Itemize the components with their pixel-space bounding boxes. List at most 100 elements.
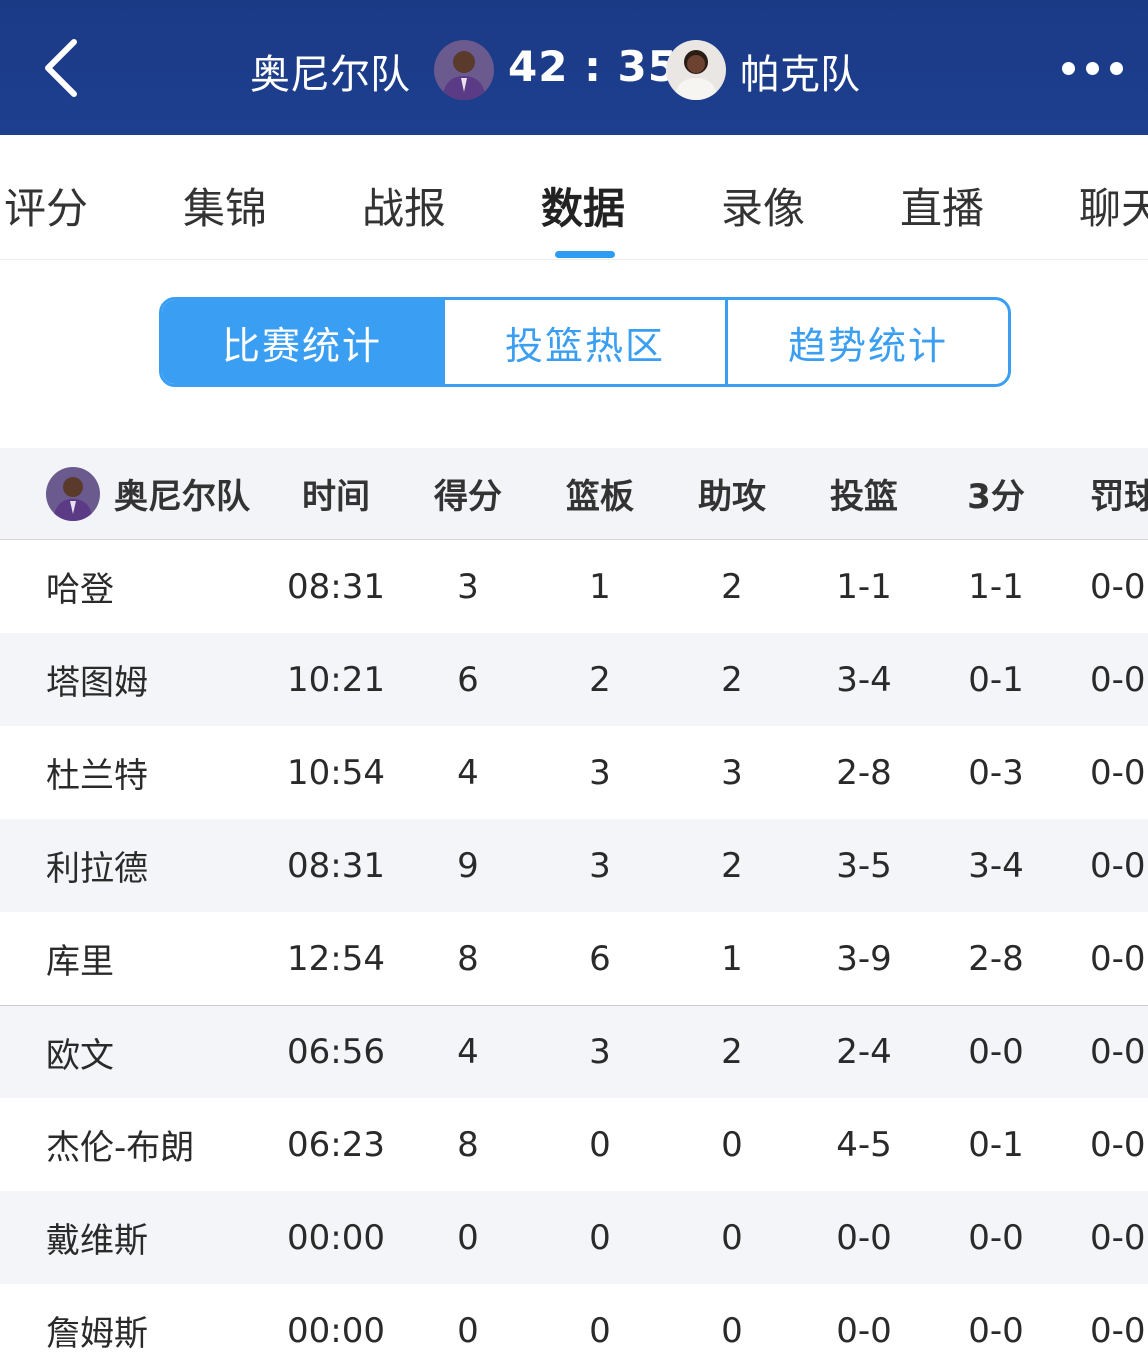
stat-assists: 0 xyxy=(721,1217,743,1258)
segment-trend-stats[interactable]: 趋势统计 xyxy=(728,300,1008,384)
player-name[interactable]: 杜兰特 xyxy=(46,726,276,819)
table-row[interactable]: 杜兰特 10:54 4 3 3 2-8 0-3 0-0 xyxy=(0,726,1148,819)
player-name[interactable]: 詹姆斯 xyxy=(46,1284,276,1372)
player-name[interactable]: 库里 xyxy=(46,912,276,1005)
stat-free-throws: 0-0 xyxy=(1090,1124,1146,1165)
column-header-rebounds[interactable]: 篮板 xyxy=(540,448,660,539)
stat-rebounds: 3 xyxy=(589,1032,611,1072)
column-header-free-throws[interactable]: 罚球 xyxy=(1090,448,1148,539)
column-header-three-pointers[interactable]: 3分 xyxy=(936,448,1056,539)
away-team-avatar[interactable] xyxy=(666,40,726,100)
tab-bar: 评分 集锦 战报 数据 录像 直播 聊天 xyxy=(0,135,1148,260)
table-row[interactable]: 塔图姆 10:21 6 2 2 3-4 0-1 0-0 xyxy=(0,633,1148,726)
stat-assists: 3 xyxy=(721,752,743,793)
table-row[interactable]: 欧文 06:56 4 3 2 2-4 0-0 0-0 xyxy=(0,1005,1148,1098)
chevron-left-icon xyxy=(45,39,77,97)
player-name[interactable]: 哈登 xyxy=(46,540,276,633)
more-dots-icon xyxy=(1086,62,1099,75)
stat-field-goals: 3-5 xyxy=(836,845,892,886)
column-header-field-goals[interactable]: 投篮 xyxy=(804,448,924,539)
avatar-icon xyxy=(666,40,726,100)
stat-field-goals: 4-5 xyxy=(836,1124,892,1165)
column-header-points[interactable]: 得分 xyxy=(408,448,528,539)
avatar-icon xyxy=(46,466,100,521)
stat-rebounds: 0 xyxy=(589,1124,611,1165)
segment-game-stats[interactable]: 比赛统计 xyxy=(162,300,445,384)
column-header-assists[interactable]: 助攻 xyxy=(672,448,792,539)
table-header: 奥尼尔队 时间 得分 篮板 助攻 投篮 3分 罚球 xyxy=(0,448,1148,540)
segment-shot-chart[interactable]: 投篮热区 xyxy=(445,300,728,384)
stat-free-throws: 0-0 xyxy=(1090,752,1146,793)
table-row[interactable]: 戴维斯 00:00 0 0 0 0-0 0-0 0-0 xyxy=(0,1191,1148,1284)
player-name[interactable]: 欧文 xyxy=(46,1006,276,1098)
team-avatar xyxy=(46,466,100,521)
more-dots-icon xyxy=(1110,62,1123,75)
stat-field-goals: 0-0 xyxy=(836,1310,892,1351)
stat-time: 00:00 xyxy=(287,1217,385,1258)
stat-rebounds: 6 xyxy=(589,938,611,979)
stat-assists: 2 xyxy=(721,845,743,886)
table-row[interactable]: 哈登 08:31 3 1 2 1-1 1-1 0-0 xyxy=(0,540,1148,633)
stat-rebounds: 3 xyxy=(589,752,611,793)
player-stats-table: 奥尼尔队 时间 得分 篮板 助攻 投篮 3分 罚球 哈登 08:31 3 1 2… xyxy=(0,448,1148,1372)
stat-time: 10:21 xyxy=(287,659,385,700)
stat-free-throws: 0-0 xyxy=(1090,845,1146,886)
stat-assists: 0 xyxy=(721,1124,743,1165)
table-row[interactable]: 库里 12:54 8 6 1 3-9 2-8 0-0 xyxy=(0,912,1148,1005)
tab-chat[interactable]: 聊天 xyxy=(1079,175,1148,236)
player-name[interactable]: 塔图姆 xyxy=(46,633,276,726)
stat-three-pointers: 2-8 xyxy=(968,938,1024,979)
table-row[interactable]: 杰伦-布朗 06:23 8 0 0 4-5 0-1 0-0 xyxy=(0,1098,1148,1191)
stat-time: 08:31 xyxy=(287,845,385,886)
table-team-header: 奥尼尔队 xyxy=(46,448,286,539)
stat-points: 3 xyxy=(457,566,479,607)
tab-rating[interactable]: 评分 xyxy=(4,175,88,236)
stat-points: 0 xyxy=(457,1310,479,1351)
player-name[interactable]: 杰伦-布朗 xyxy=(46,1098,276,1191)
stat-points: 4 xyxy=(457,1032,479,1072)
player-name[interactable]: 戴维斯 xyxy=(46,1191,276,1284)
stat-field-goals: 1-1 xyxy=(836,566,892,607)
more-options-button[interactable] xyxy=(1060,58,1126,80)
stat-field-goals: 3-9 xyxy=(836,938,892,979)
top-bar: 奥尼尔队 42 : 35 帕克队 xyxy=(0,0,1148,135)
stat-free-throws: 0-0 xyxy=(1090,1032,1146,1072)
stat-three-pointers: 0-0 xyxy=(968,1310,1024,1351)
back-button[interactable] xyxy=(38,36,88,100)
home-team-avatar[interactable] xyxy=(434,40,494,100)
stat-three-pointers: 1-1 xyxy=(968,566,1024,607)
table-row[interactable]: 利拉德 08:31 9 3 2 3-5 3-4 0-0 xyxy=(0,819,1148,912)
stat-free-throws: 0-0 xyxy=(1090,938,1146,979)
stat-three-pointers: 3-4 xyxy=(968,845,1024,886)
stat-time: 00:00 xyxy=(287,1310,385,1351)
stat-rebounds: 0 xyxy=(589,1310,611,1351)
column-header-time[interactable]: 时间 xyxy=(276,448,396,539)
stat-three-pointers: 0-0 xyxy=(968,1217,1024,1258)
stat-free-throws: 0-0 xyxy=(1090,1310,1146,1351)
stat-points: 8 xyxy=(457,938,479,979)
stat-three-pointers: 0-3 xyxy=(968,752,1024,793)
stat-free-throws: 0-0 xyxy=(1090,1217,1146,1258)
tab-report[interactable]: 战报 xyxy=(362,175,446,236)
table-team-name: 奥尼尔队 xyxy=(114,477,250,517)
stat-assists: 2 xyxy=(721,1032,743,1072)
tab-replay[interactable]: 录像 xyxy=(721,175,805,236)
table-row[interactable]: 詹姆斯 00:00 0 0 0 0-0 0-0 0-0 xyxy=(0,1284,1148,1372)
stat-points: 6 xyxy=(457,659,479,700)
stat-three-pointers: 0-1 xyxy=(968,1124,1024,1165)
stat-time: 06:23 xyxy=(287,1124,385,1165)
stat-points: 8 xyxy=(457,1124,479,1165)
stat-time: 10:54 xyxy=(287,752,385,793)
stat-three-pointers: 0-1 xyxy=(968,659,1024,700)
player-name[interactable]: 利拉德 xyxy=(46,819,276,912)
stat-time: 08:31 xyxy=(287,566,385,607)
tab-highlights[interactable]: 集锦 xyxy=(183,175,267,236)
stat-assists: 1 xyxy=(721,938,743,979)
tab-live[interactable]: 直播 xyxy=(900,175,984,236)
stat-time: 06:56 xyxy=(287,1032,385,1072)
tab-data[interactable]: 数据 xyxy=(541,175,625,236)
stat-field-goals: 0-0 xyxy=(836,1217,892,1258)
score: 42 : 35 xyxy=(508,42,678,91)
stat-assists: 2 xyxy=(721,659,743,700)
stat-rebounds: 1 xyxy=(589,566,611,607)
